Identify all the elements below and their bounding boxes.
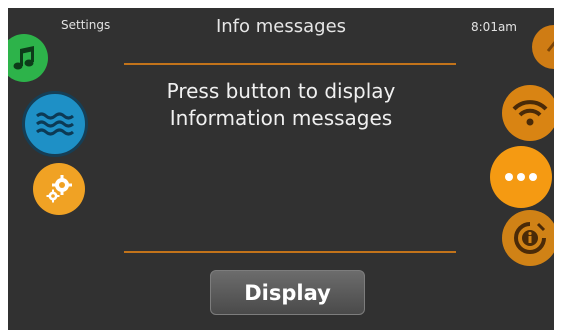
message-line-1: Press button to display	[166, 79, 396, 103]
water-button[interactable]	[22, 91, 88, 157]
wifi-button[interactable]	[502, 85, 554, 141]
music-button[interactable]	[8, 34, 48, 82]
more-button[interactable]	[490, 146, 552, 208]
bottom-divider	[124, 251, 456, 253]
settings-button[interactable]	[33, 163, 85, 215]
gear-icon	[46, 175, 72, 203]
music-icon	[13, 46, 34, 70]
more-icon	[505, 173, 537, 181]
top-divider	[124, 63, 456, 65]
message-line-2: Information messages	[169, 106, 393, 130]
clock: 8:01am	[471, 20, 517, 34]
info-message: Press button to display Information mess…	[8, 78, 554, 132]
partial-icon	[546, 41, 554, 52]
control-screen: Settings Info messages 8:01am Press butt…	[8, 8, 554, 330]
water-icon	[36, 112, 74, 136]
display-button[interactable]: Display	[210, 270, 365, 315]
info-icon	[514, 222, 546, 254]
wifi-icon	[512, 100, 548, 126]
info-button[interactable]	[502, 210, 554, 266]
